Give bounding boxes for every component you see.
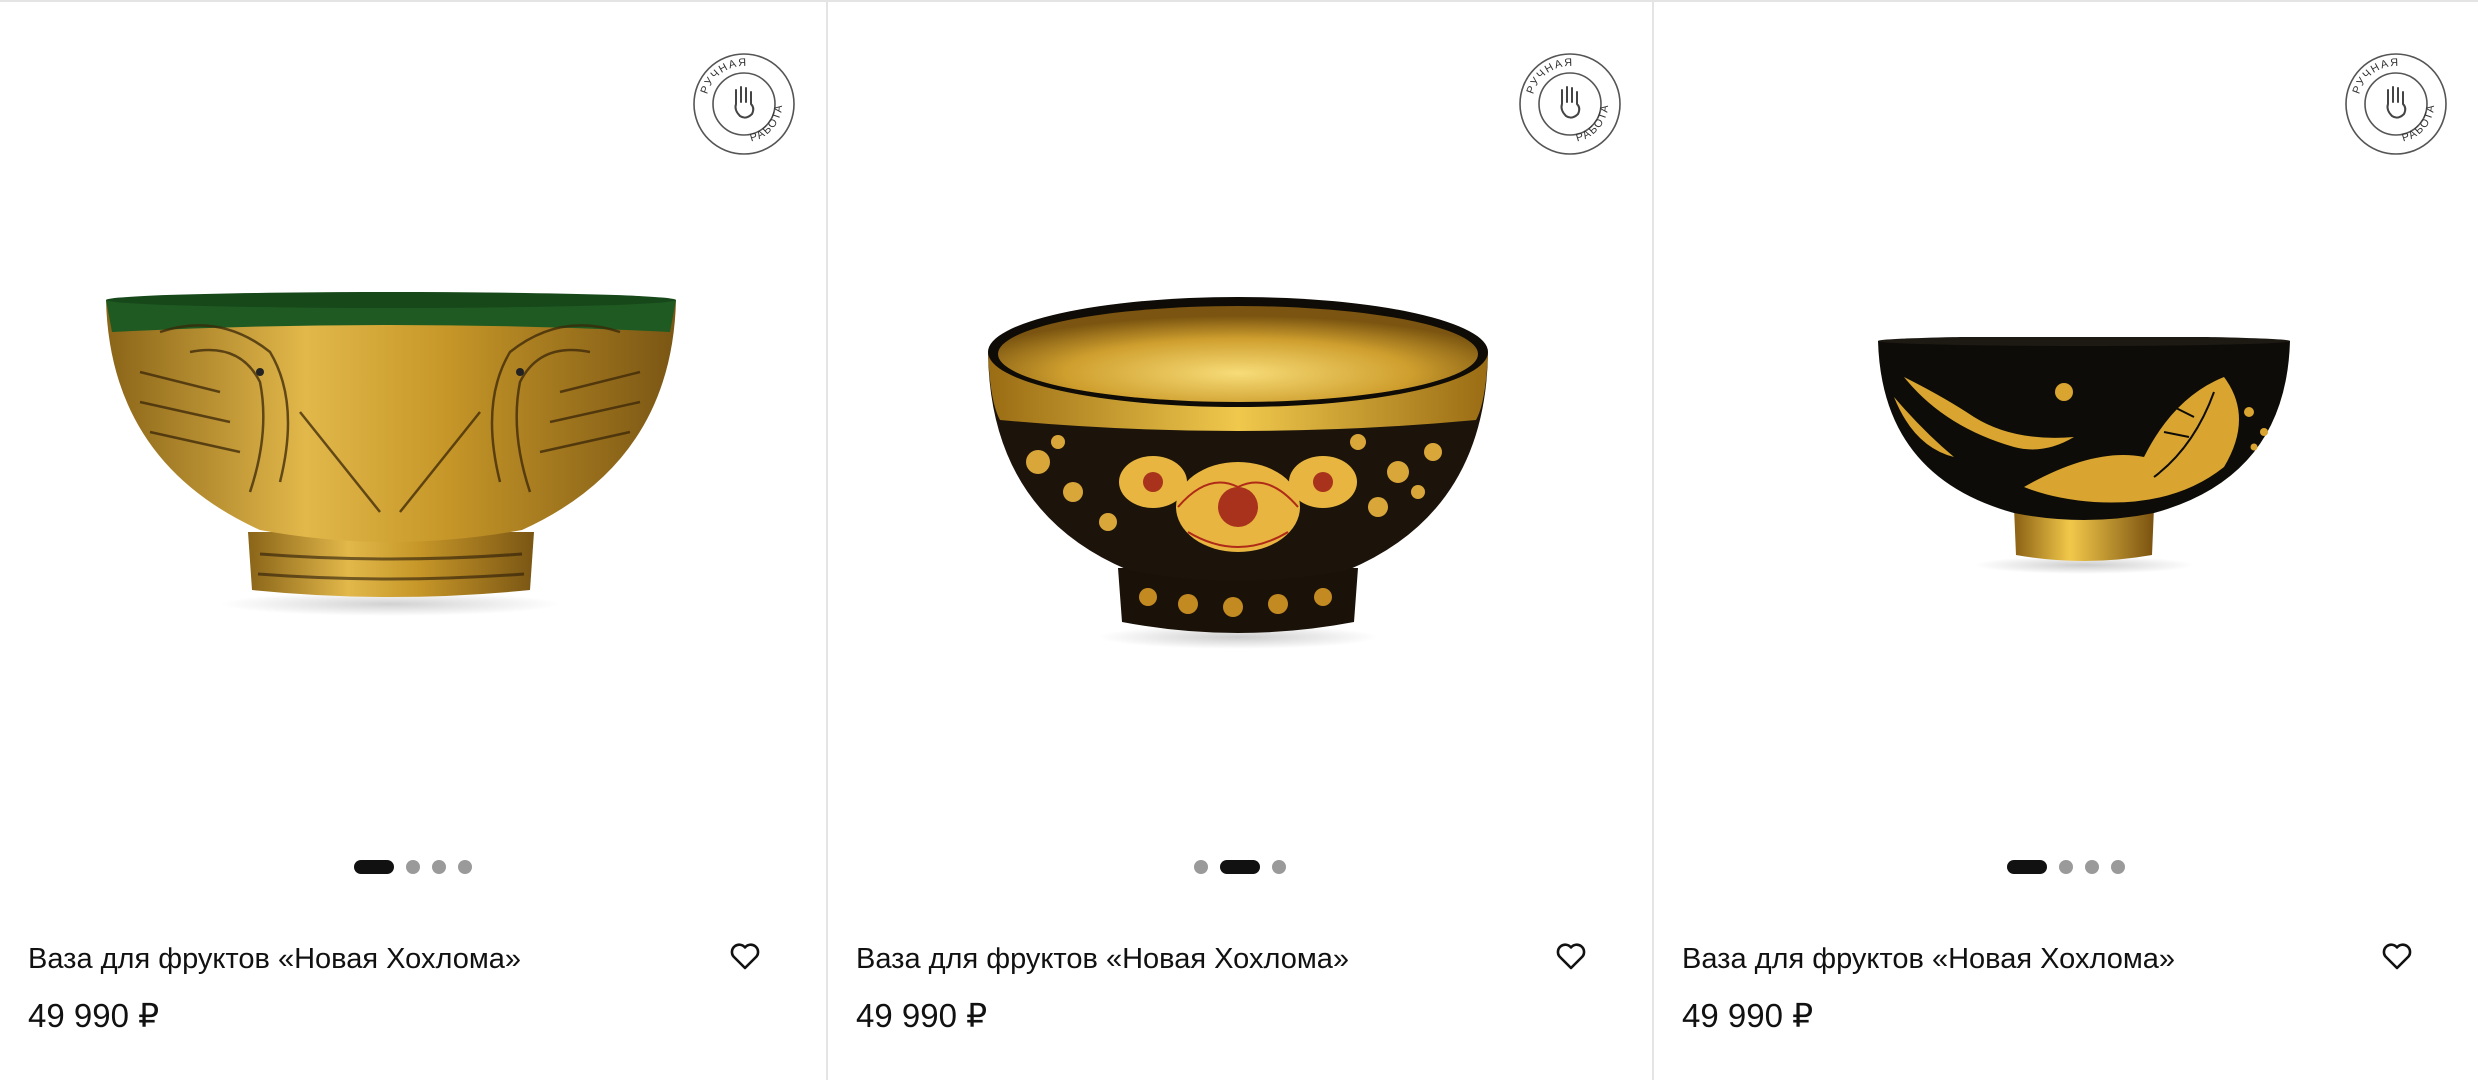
product-info: Ваза для фруктов «Новая Хохлома» 49 990 … bbox=[856, 938, 1624, 1038]
heart-icon bbox=[730, 943, 760, 970]
product-card[interactable]: РУЧНАЯ РАБОТА Ваза для фруктов «Новая Хо… bbox=[1652, 2, 2478, 1080]
carousel-dot[interactable] bbox=[2085, 860, 2099, 874]
product-title[interactable]: Ваза для фруктов «Новая Хохлома» bbox=[28, 938, 798, 980]
bowl-image-black bbox=[1878, 337, 2290, 574]
carousel-dot[interactable] bbox=[432, 860, 446, 874]
favorite-button[interactable] bbox=[730, 942, 760, 972]
product-price: 49 990 ₽ bbox=[1682, 997, 1814, 1034]
carousel-dot-active[interactable] bbox=[2007, 860, 2047, 874]
carousel-dot[interactable] bbox=[1194, 860, 1208, 874]
carousel-dot[interactable] bbox=[406, 860, 420, 874]
hand-icon bbox=[2386, 86, 2407, 119]
product-info: Ваза для фруктов «Новая Хохлома» 49 990 … bbox=[1682, 938, 2450, 1038]
product-card[interactable]: РУЧНАЯ РАБОТА Ваза для фруктов «Новая Хо… bbox=[826, 2, 1652, 1080]
hand-icon bbox=[734, 86, 755, 119]
bowl-image-floral bbox=[988, 297, 1488, 649]
product-info: Ваза для фруктов «Новая Хохлома» 49 990 … bbox=[28, 938, 798, 1038]
product-title[interactable]: Ваза для фруктов «Новая Хохлома» bbox=[1682, 938, 2450, 980]
handmade-badge: РУЧНАЯ РАБОТА bbox=[2344, 52, 2448, 156]
hand-icon bbox=[1560, 86, 1581, 119]
handmade-badge: РУЧНАЯ РАБОТА bbox=[692, 52, 796, 156]
carousel-dot-active[interactable] bbox=[354, 860, 394, 874]
heart-icon bbox=[2382, 943, 2412, 970]
image-carousel-dots[interactable] bbox=[1654, 860, 2478, 874]
favorite-button[interactable] bbox=[2382, 942, 2412, 972]
carousel-dot[interactable] bbox=[1272, 860, 1286, 874]
carousel-dot[interactable] bbox=[2059, 860, 2073, 874]
image-carousel-dots[interactable] bbox=[828, 860, 1652, 874]
heart-icon bbox=[1556, 943, 1586, 970]
handmade-badge: РУЧНАЯ РАБОТА bbox=[1518, 52, 1622, 156]
bowl-image-green bbox=[106, 292, 676, 616]
product-grid: РУЧНАЯ РАБОТА Ваза для фруктов «Новая Хо… bbox=[0, 0, 2478, 1080]
carousel-dot[interactable] bbox=[2111, 860, 2125, 874]
favorite-button[interactable] bbox=[1556, 942, 1586, 972]
image-carousel-dots[interactable] bbox=[0, 860, 826, 874]
product-price: 49 990 ₽ bbox=[856, 997, 988, 1034]
carousel-dot-active[interactable] bbox=[1220, 860, 1260, 874]
product-price: 49 990 ₽ bbox=[28, 997, 160, 1034]
carousel-dot[interactable] bbox=[458, 860, 472, 874]
product-title[interactable]: Ваза для фруктов «Новая Хохлома» bbox=[856, 938, 1624, 980]
product-card[interactable]: РУЧНАЯ РАБОТА Ваза для фруктов «Новая Хо… bbox=[0, 2, 826, 1080]
